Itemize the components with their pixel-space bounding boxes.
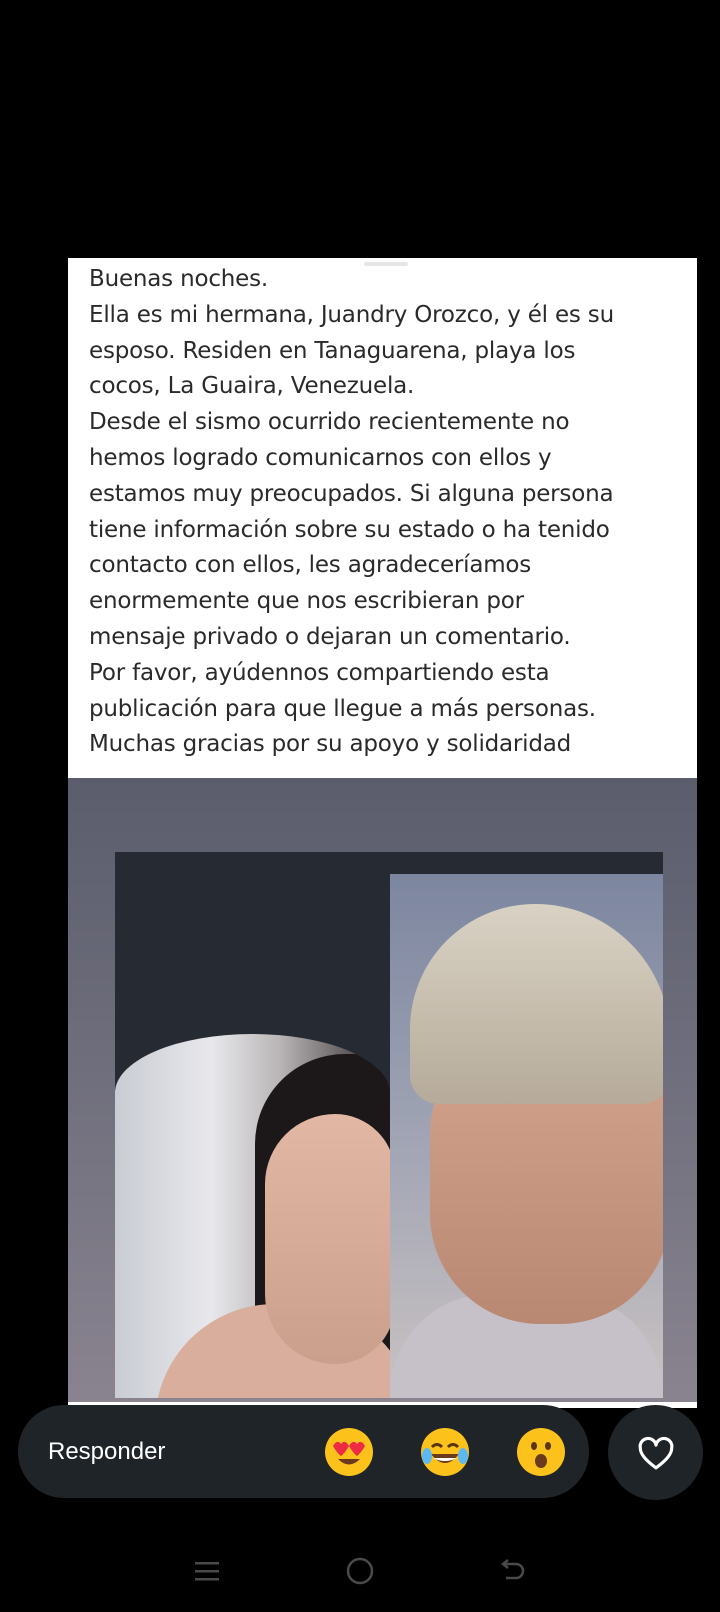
surprised-emoji[interactable] <box>513 1424 569 1480</box>
tears-of-joy-emoji[interactable] <box>417 1424 473 1480</box>
nav-home-button[interactable] <box>340 1551 380 1591</box>
heart-outline-icon <box>638 1436 673 1469</box>
home-icon <box>346 1557 374 1585</box>
story-text-line: estamos muy preocupados. Si alguna perso… <box>89 480 614 507</box>
photo-area <box>68 778 697 1408</box>
story-text-line: Buenas noches. <box>89 266 268 292</box>
story-content[interactable]: Buenas noches. Ella es mi hermana, Juand… <box>68 258 697 1408</box>
story-text-line: Desde el sismo ocurrido recientemente no <box>89 409 570 436</box>
reply-input[interactable]: Responder <box>48 1438 321 1466</box>
like-button[interactable] <box>608 1405 703 1500</box>
story-text-line: esposo. Residen en Tanaguarena, playa lo… <box>89 337 576 364</box>
story-text-line: enormemente que nos escribieran por <box>89 588 524 615</box>
story-text-card: Buenas noches. Ella es mi hermana, Juand… <box>68 258 697 778</box>
story-text-line: Muchas gracias por su apoyo y solidarida… <box>89 731 572 758</box>
woman-photo <box>115 1034 390 1398</box>
story-text-line: cocos, La Guaira, Venezuela. <box>89 373 415 400</box>
nav-menu-button[interactable] <box>187 1551 227 1591</box>
heart-eyes-emoji[interactable] <box>321 1424 377 1480</box>
story-text-line: Ella es mi hermana, Juandry Orozco, y él… <box>89 301 614 328</box>
story-text-line: hemos logrado comunicarnos con ellos y <box>89 444 552 471</box>
story-text-line: Por favor, ayúdennos compartiendo esta <box>89 659 550 686</box>
menu-icon <box>194 1562 219 1581</box>
man-photo <box>390 874 663 1398</box>
back-icon <box>501 1559 525 1580</box>
story-drag-handle <box>364 262 408 266</box>
story-text-line: tiene información sobre su estado o ha t… <box>89 516 610 543</box>
photo-collage <box>115 852 663 1398</box>
reply-bar[interactable]: Responder <box>18 1405 589 1498</box>
system-nav-bar <box>0 1530 720 1612</box>
story-text-line: mensaje privado o dejaran un comentario. <box>89 623 571 650</box>
story-text-line: contacto con ellos, les agradeceríamos <box>89 552 532 579</box>
story-text-line: publicación para que llegue a más person… <box>89 695 596 722</box>
nav-back-button[interactable] <box>493 1551 533 1591</box>
